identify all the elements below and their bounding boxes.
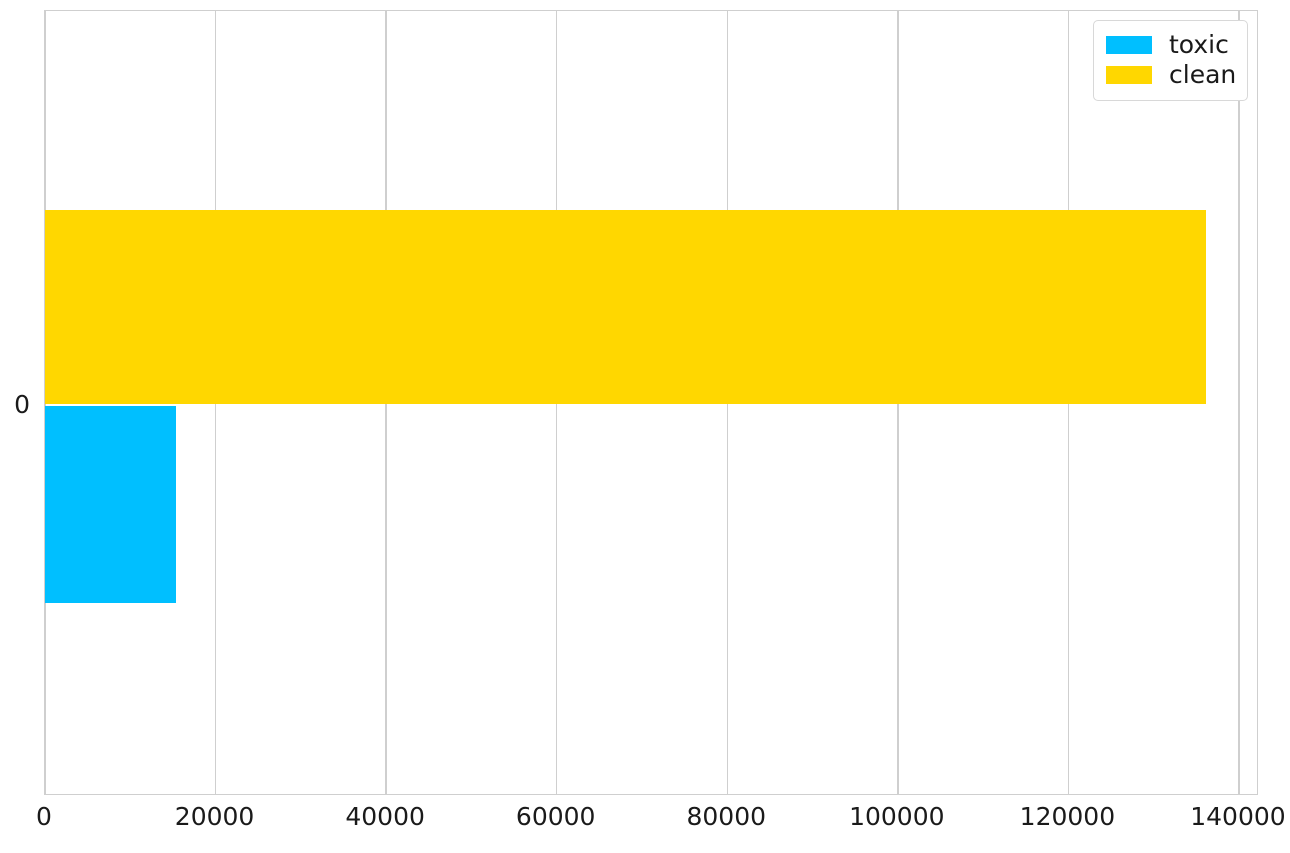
legend-item-toxic[interactable]: toxic — [1106, 30, 1237, 60]
x-tick-label-120000: 120000 — [1019, 802, 1116, 831]
legend-label-clean: clean — [1169, 60, 1237, 89]
bar-clean — [45, 210, 1206, 404]
gridline-x-140000 — [1238, 11, 1240, 794]
x-tick-label-80000: 80000 — [686, 802, 767, 831]
legend-label-toxic: toxic — [1169, 30, 1229, 59]
legend-swatch-clean — [1106, 66, 1152, 84]
figure-canvas: 0 20000 40000 60000 80000 100000 120000 140000 … — [0, 0, 1290, 853]
plot-area — [44, 10, 1258, 795]
x-tick-label-0: 0 — [36, 802, 52, 831]
y-tick-label-0: 0 — [14, 390, 30, 419]
x-tick-label-40000: 40000 — [345, 802, 425, 831]
legend-item-clean[interactable]: clean — [1106, 60, 1237, 90]
bar-toxic — [45, 406, 176, 603]
legend-box[interactable]: toxic clean — [1093, 20, 1248, 101]
legend-swatch-toxic — [1106, 36, 1152, 54]
x-tick-label-60000: 60000 — [515, 802, 596, 831]
x-tick-label-20000: 20000 — [174, 802, 255, 831]
x-tick-label-100000: 100000 — [849, 802, 945, 831]
x-tick-label-140000: 140000 — [1190, 802, 1286, 831]
